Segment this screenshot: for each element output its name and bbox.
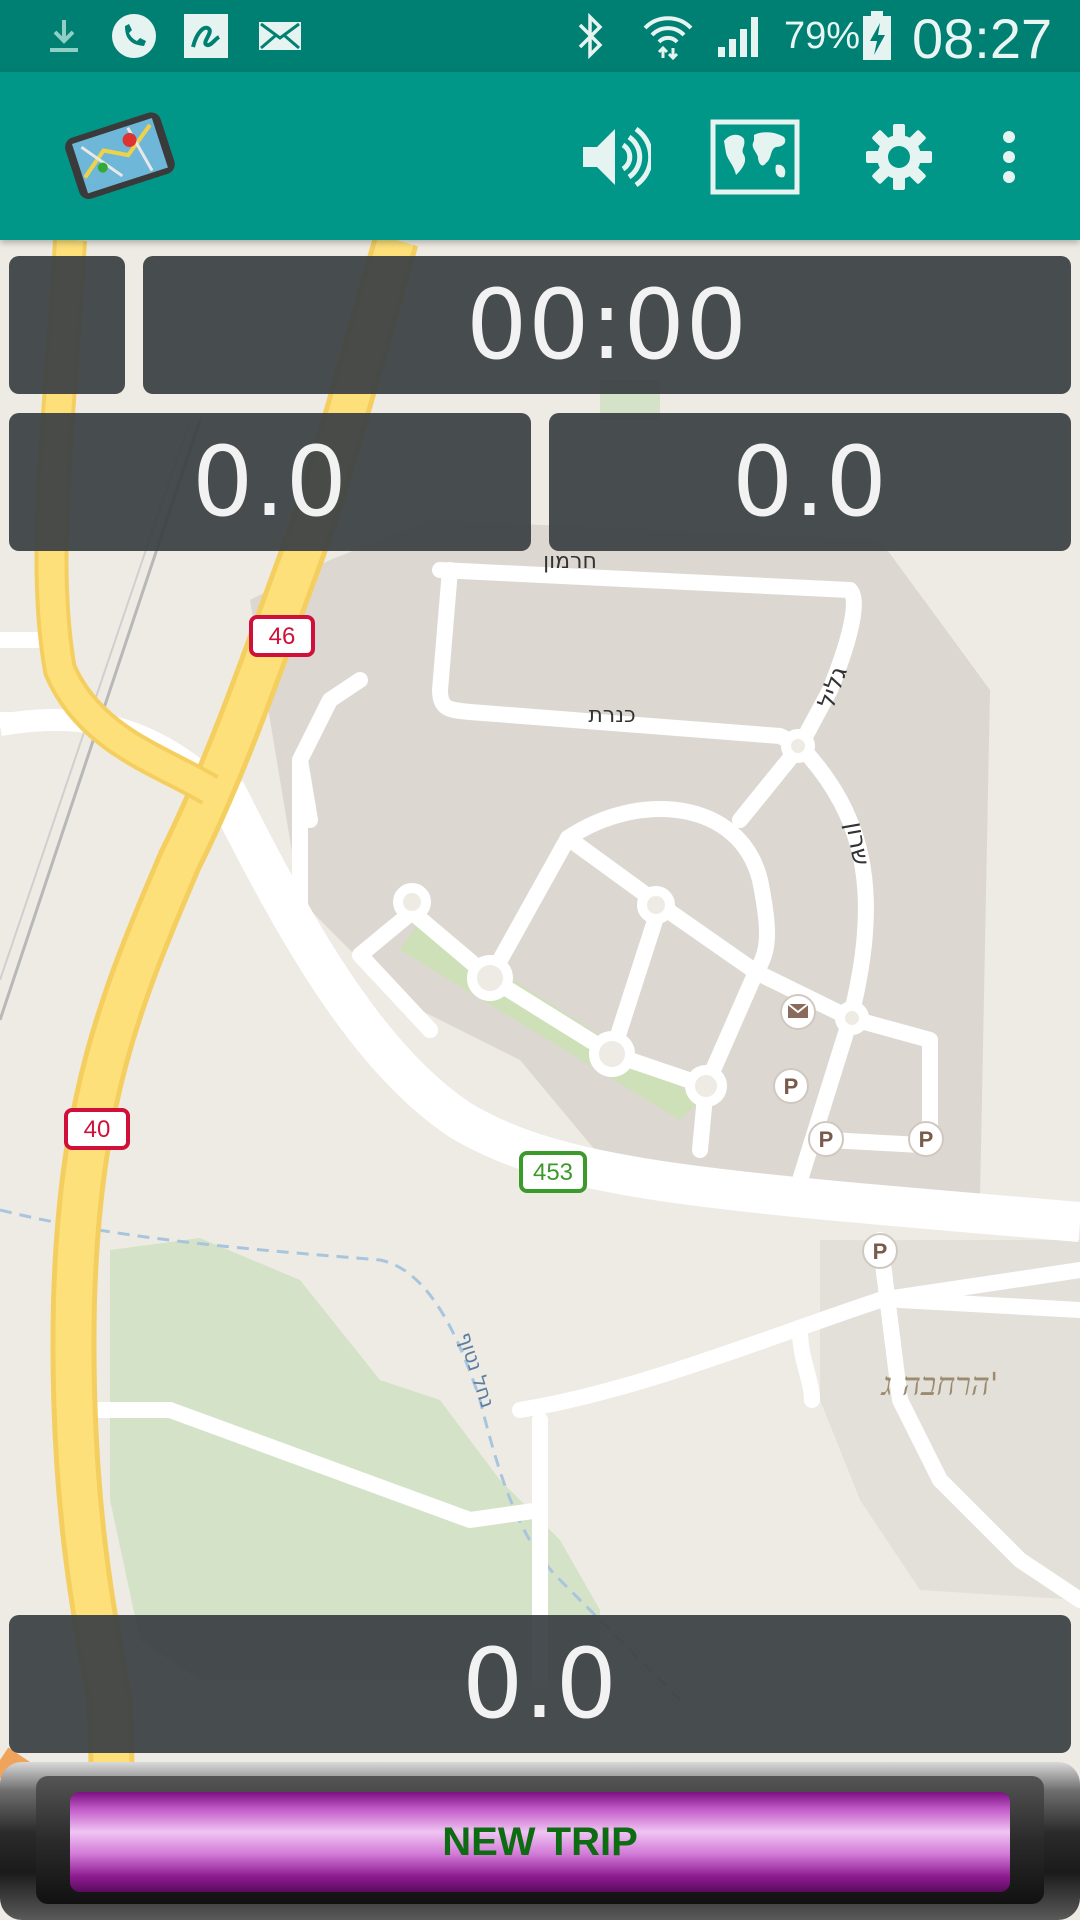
- svg-text:40: 40: [84, 1116, 111, 1143]
- signal-icon: [712, 14, 766, 58]
- battery-percent: 79%: [784, 15, 861, 57]
- trip-button-frame: NEW TRIP: [0, 1762, 1080, 1920]
- left-value-panel: 0.0: [9, 413, 531, 551]
- parking-icon[interactable]: P: [808, 1121, 844, 1157]
- map-icon[interactable]: [710, 112, 800, 202]
- clock: 08:27: [912, 7, 1053, 70]
- wifi-icon: [640, 14, 696, 60]
- street-label: כנרת: [588, 703, 635, 728]
- volume-icon[interactable]: [568, 112, 658, 202]
- road-shield-40: 40: [64, 1108, 130, 1150]
- download-icon: [40, 14, 88, 58]
- area-label: הרחבה ג': [879, 1365, 998, 1403]
- settings-gear-icon[interactable]: [854, 112, 944, 202]
- trip-timer: 00:00: [143, 256, 1071, 394]
- street-label: חרמון: [543, 549, 597, 574]
- post-office-icon[interactable]: [780, 994, 816, 1030]
- overflow-menu-icon[interactable]: [964, 112, 1054, 202]
- new-trip-button[interactable]: NEW TRIP: [70, 1792, 1010, 1892]
- mail-icon: [256, 14, 304, 58]
- app-toolbar: [0, 72, 1080, 240]
- bottom-value-panel: 0.0: [9, 1615, 1071, 1753]
- trip-button-bezel: NEW TRIP: [36, 1776, 1044, 1904]
- svg-text:453: 453: [533, 1159, 573, 1186]
- svg-text:P: P: [873, 1239, 888, 1264]
- signature-app-icon: [182, 14, 230, 58]
- parking-icon[interactable]: P: [908, 1121, 944, 1157]
- battery-charging-icon: [860, 11, 894, 60]
- small-top-panel: [9, 256, 125, 394]
- parking-icon[interactable]: P: [773, 1068, 809, 1104]
- right-value-panel: 0.0: [549, 413, 1071, 551]
- road-shield-46: 46: [249, 615, 315, 657]
- parking-icon[interactable]: P: [862, 1233, 898, 1269]
- svg-text:P: P: [919, 1127, 934, 1152]
- svg-text:46: 46: [269, 623, 296, 650]
- svg-text:P: P: [819, 1127, 834, 1152]
- status-bar: 79% 08:27: [0, 0, 1080, 72]
- road-shield-453: 453: [519, 1151, 587, 1193]
- svg-text:P: P: [784, 1074, 799, 1099]
- bluetooth-icon: [570, 13, 610, 59]
- phone-icon: [110, 14, 158, 58]
- phone-map-logo[interactable]: [56, 106, 182, 206]
